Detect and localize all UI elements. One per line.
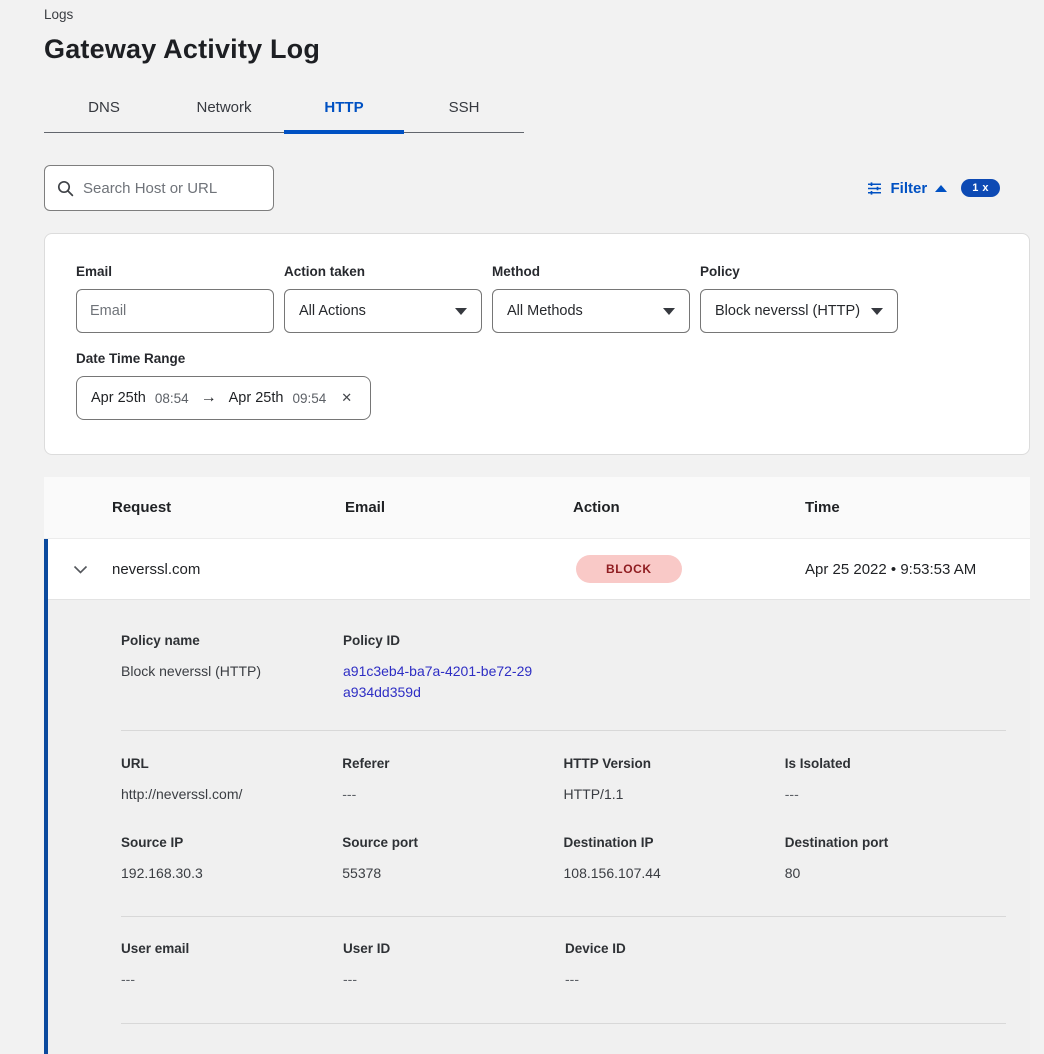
table-row[interactable]: neverssl.com BLOCK Apr 25 2022 • 9:53:53… [48, 539, 1030, 600]
detail-url: URL http://neverssl.com/ [121, 756, 342, 805]
time-cell: Apr 25 2022 • 9:53:53 AM [805, 561, 976, 578]
clear-date-range-icon[interactable]: ✕ [341, 390, 352, 406]
detail-referer: Referer --- [342, 756, 563, 805]
tab-bar: DNS Network HTTP SSH [44, 91, 524, 133]
start-time[interactable]: 08:54 [155, 391, 189, 406]
filter-panel: Email Action taken All Actions Method Al… [44, 233, 1030, 455]
end-date[interactable]: Apr 25th [229, 390, 284, 406]
filter-field-date-range: Date Time Range Apr 25th 08:54 → Apr 25t… [76, 351, 998, 420]
method-select[interactable]: All Methods [492, 289, 690, 333]
start-date[interactable]: Apr 25th [91, 390, 146, 406]
method-label: Method [492, 264, 690, 279]
filter-field-email: Email [76, 264, 274, 333]
action-taken-label: Action taken [284, 264, 482, 279]
date-range-label: Date Time Range [76, 351, 998, 366]
filter-toggle[interactable]: Filter [891, 180, 928, 197]
end-time[interactable]: 09:54 [292, 391, 326, 406]
action-taken-select[interactable]: All Actions [284, 289, 482, 333]
column-header-request: Request [112, 499, 345, 516]
chevron-down-icon [73, 565, 88, 574]
detail-destination-ip: Destination IP 108.156.107.44 [564, 835, 785, 884]
range-arrow-icon: → [198, 389, 220, 407]
detail-user-email: User email --- [121, 941, 343, 990]
filter-sliders-icon [866, 180, 883, 197]
expanded-row-container: neverssl.com BLOCK Apr 25 2022 • 9:53:53… [44, 539, 1030, 1054]
column-header-email: Email [345, 499, 573, 516]
policy-label: Policy [700, 264, 898, 279]
policy-select[interactable]: Block neverssl (HTTP) [700, 289, 898, 333]
table-header: Request Email Action Time [44, 477, 1030, 539]
tab-network[interactable]: Network [164, 91, 284, 132]
activity-table: Request Email Action Time neverssl.com B… [44, 477, 1030, 1054]
search-input[interactable] [83, 180, 261, 197]
detail-user-id: User ID --- [343, 941, 565, 990]
detail-http-version: HTTP Version HTTP/1.1 [564, 756, 785, 805]
page-title: Gateway Activity Log [44, 34, 1044, 65]
detail-policy-id: Policy ID a91c3eb4-ba7a-4201-be72-29a934… [343, 633, 565, 703]
detail-destination-port: Destination port 80 [785, 835, 1006, 884]
detail-is-isolated: Is Isolated --- [785, 756, 1006, 805]
detail-device-id: Device ID --- [565, 941, 787, 990]
page-header: Logs Gateway Activity Log [0, 0, 1044, 65]
filter-field-action-taken: Action taken All Actions [284, 264, 482, 333]
action-taken-value: All Actions [299, 303, 366, 319]
search-box[interactable] [44, 165, 274, 211]
filter-controls: Filter 1 x [866, 179, 1000, 197]
row-details-panel: Policy name Block neverssl (HTTP) Policy… [48, 600, 1030, 1054]
chevron-down-icon [455, 308, 467, 315]
policy-id-link[interactable]: a91c3eb4-ba7a-4201-be72-29a934dd359d [343, 661, 539, 703]
radar-link-row: View domain details in Radar → [121, 1024, 1006, 1054]
chevron-down-icon [663, 308, 675, 315]
chevron-up-icon[interactable] [935, 185, 947, 192]
search-icon [57, 180, 74, 197]
chevron-down-icon [871, 308, 883, 315]
column-header-action: Action [573, 499, 805, 516]
method-value: All Methods [507, 303, 583, 319]
row-expand-toggle[interactable] [48, 565, 112, 574]
toolbar: Filter 1 x [44, 165, 1000, 211]
detail-policy-name: Policy name Block neverssl (HTTP) [121, 633, 343, 703]
tab-ssh[interactable]: SSH [404, 91, 524, 132]
email-input[interactable] [76, 289, 274, 333]
email-label: Email [76, 264, 274, 279]
column-header-time: Time [805, 499, 840, 516]
filter-count-badge[interactable]: 1 x [961, 179, 1000, 197]
request-cell: neverssl.com [112, 561, 345, 578]
filter-field-policy: Policy Block neverssl (HTTP) [700, 264, 898, 333]
gateway-activity-log-page: Logs Gateway Activity Log DNS Network HT… [0, 0, 1044, 1054]
section-divider [121, 730, 1006, 731]
breadcrumb[interactable]: Logs [44, 6, 1044, 24]
block-status-badge: BLOCK [576, 555, 682, 583]
detail-source-ip: Source IP 192.168.30.3 [121, 835, 342, 884]
detail-source-port: Source port 55378 [342, 835, 563, 884]
section-divider [121, 916, 1006, 917]
date-range-picker[interactable]: Apr 25th 08:54 → Apr 25th 09:54 ✕ [76, 376, 371, 420]
policy-value: Block neverssl (HTTP) [715, 303, 860, 319]
tab-http[interactable]: HTTP [284, 91, 404, 132]
filter-field-method: Method All Methods [492, 264, 690, 333]
action-cell: BLOCK [573, 555, 805, 583]
tab-dns[interactable]: DNS [44, 91, 164, 132]
